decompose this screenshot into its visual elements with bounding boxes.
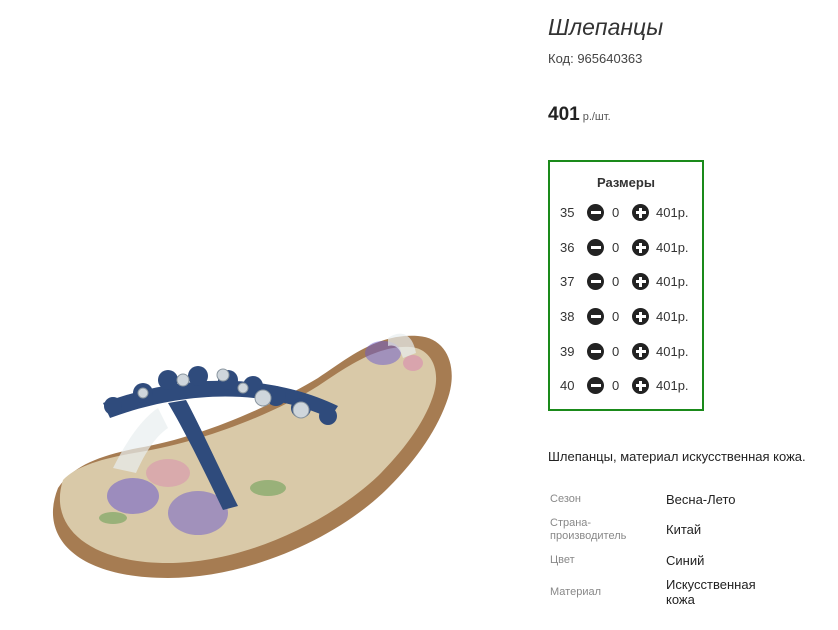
property-value: Синий	[666, 553, 705, 568]
plus-circle-icon[interactable]	[632, 204, 649, 221]
product-title: Шлепанцы	[548, 14, 664, 40]
property-label: Страна- производитель	[550, 517, 627, 542]
size-label: 37	[560, 274, 575, 289]
size-label: 40	[560, 378, 575, 393]
size-row-38: 38 0 401р.	[550, 307, 702, 327]
price-unit: р./шт.	[582, 111, 611, 123]
sizes-title: Размеры	[597, 175, 655, 190]
size-price: 401р.	[656, 378, 689, 393]
plus-circle-icon[interactable]	[632, 377, 649, 394]
plus-circle-icon[interactable]	[632, 273, 649, 290]
size-label: 38	[560, 309, 575, 324]
size-price: 401р.	[656, 309, 689, 324]
size-row-37: 37 0 401р.	[550, 272, 702, 292]
property-value: Искусственная кожа	[666, 577, 756, 607]
minus-circle-icon[interactable]	[587, 377, 604, 394]
quantity-value: 0	[612, 205, 620, 220]
size-label: 39	[560, 344, 575, 359]
quantity-value: 0	[612, 240, 620, 255]
sandal-image	[52, 333, 452, 578]
quantity-value: 0	[612, 344, 620, 359]
size-price: 401р.	[656, 274, 689, 289]
minus-circle-icon[interactable]	[587, 204, 604, 221]
plus-circle-icon[interactable]	[632, 239, 649, 256]
size-row-40: 40 0 401р.	[550, 376, 702, 396]
size-price: 401р.	[656, 205, 689, 220]
property-value: Весна-Лето	[666, 492, 736, 507]
minus-circle-icon[interactable]	[587, 239, 604, 256]
size-row-39: 39 0 401р.	[550, 342, 702, 362]
property-label: Сезон	[550, 493, 581, 505]
property-label: Цвет	[550, 554, 575, 566]
size-label: 36	[560, 240, 575, 255]
minus-circle-icon[interactable]	[587, 308, 604, 325]
size-row-35: 35 0 401р.	[550, 203, 702, 223]
quantity-value: 0	[612, 274, 620, 289]
property-value: Китай	[666, 522, 702, 537]
property-label: Материал	[550, 586, 601, 598]
plus-circle-icon[interactable]	[632, 308, 649, 325]
price-amount: 401	[548, 104, 580, 125]
product-price: 401 р./шт.	[548, 104, 611, 126]
quantity-value: 0	[612, 309, 620, 324]
size-row-36: 36 0 401р.	[550, 238, 702, 258]
quantity-value: 0	[612, 378, 620, 393]
minus-circle-icon[interactable]	[587, 273, 604, 290]
product-description: Шлепанцы, материал искусственная кожа.	[548, 449, 806, 464]
minus-circle-icon[interactable]	[587, 343, 604, 360]
size-label: 35	[560, 205, 575, 220]
sizes-panel: Размеры 35 0 401р. 36 0 401р. 37 0 401р.…	[548, 160, 704, 411]
size-price: 401р.	[656, 240, 689, 255]
product-code: Код: 965640363	[548, 51, 643, 66]
size-price: 401р.	[656, 344, 689, 359]
product-photo	[18, 18, 518, 618]
plus-circle-icon[interactable]	[632, 343, 649, 360]
